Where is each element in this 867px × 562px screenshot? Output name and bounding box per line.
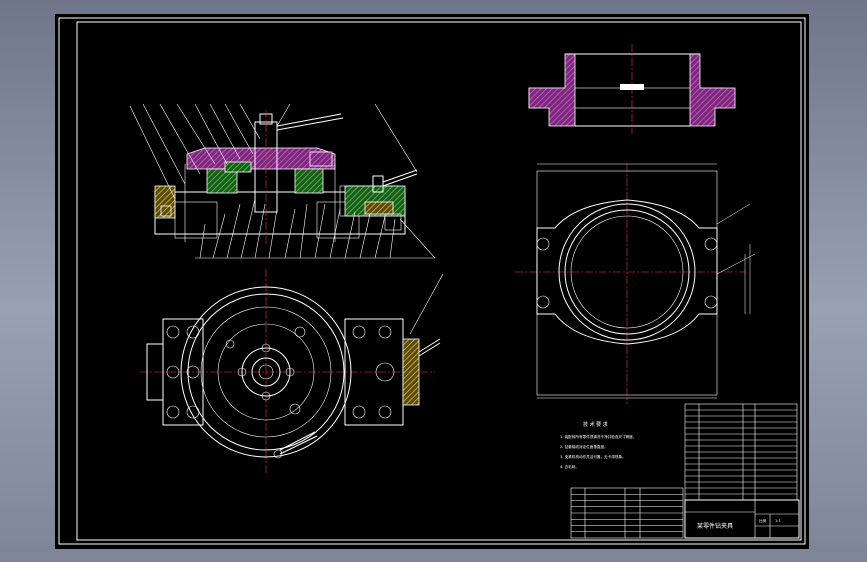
tech-req-item-1: 1. 装配前所有零件须清洗干净并检查尺寸精度。 [560,434,636,439]
part-dimension-label [620,84,644,90]
tech-req-item-3: 3. 夹紧机构动作灵活可靠，无卡滞现象。 [560,454,626,459]
scale-value: 1:1 [775,519,781,523]
tech-req-item-2: 2. 钻套轴线对定位面垂直度。 [560,444,608,449]
technical-requirements: 技 术 要 求 1. 装配前所有零件须清洗干净并检查尺寸精度。 2. 钻套轴线对… [560,421,636,469]
part-section-view [528,44,736,134]
tech-req-heading: 技 术 要 求 [583,421,608,428]
revision-table [570,487,684,539]
assembly-section-view [129,103,436,259]
tech-req-item-4: 4. 去毛刺。 [560,464,579,469]
title-block: 某零件钻夹具 比例 1:1 [684,499,800,539]
drawing-canvas[interactable]: 技 术 要 求 1. 装配前所有零件须清洗干净并检查尺寸精度。 2. 钻套轴线对… [55,14,809,549]
drawing-sheet[interactable]: 技 术 要 求 1. 装配前所有零件须清洗干净并检查尺寸精度。 2. 钻套轴线对… [55,14,809,549]
part-plan-view [515,163,756,404]
scale-label: 比例 [759,518,767,523]
parts-list [684,403,798,501]
assembly-plan-view [140,269,444,474]
drawing-name: 某零件钻夹具 [697,522,733,530]
